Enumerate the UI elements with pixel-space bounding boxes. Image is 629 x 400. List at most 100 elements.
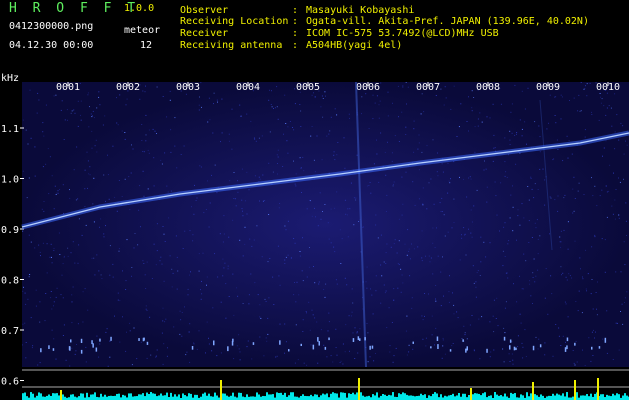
echo-speck [364,337,366,341]
level-bar [400,394,402,400]
level-bar [306,396,308,400]
level-bar [292,392,294,400]
level-bar [412,395,414,400]
level-bar [54,393,56,400]
level-bar [138,394,140,400]
level-bar [436,393,438,400]
level-bar [42,396,44,400]
level-bar [484,392,486,400]
level-peak [358,378,360,400]
level-bar [194,394,196,400]
level-bar [384,394,386,400]
level-bar [554,395,556,400]
level-bar [530,393,532,400]
y-tick-label: 0.8 [1,276,19,287]
level-bar [142,393,144,400]
level-bar [152,393,154,400]
level-bar [272,394,274,400]
echo-speck [604,337,607,343]
echo-speck [52,348,55,351]
level-bar [312,396,314,400]
level-bar [564,396,566,400]
level-peak [574,380,576,400]
observer-label: Observer [180,5,229,16]
level-bar [268,394,270,400]
level-bar [278,393,280,400]
location-label: Receiving Location [180,16,289,27]
echo-speck [146,341,149,345]
level-bar [208,393,210,400]
level-bar [586,394,588,400]
level-bar [614,395,616,400]
level-bar [560,395,562,400]
level-bar [462,393,464,400]
echo-speck [70,339,72,343]
y-tick-label: 1.1 [1,124,19,135]
echo-speck [231,341,234,346]
level-bar [322,393,324,400]
level-bar [366,396,368,400]
level-bar [414,396,416,400]
echo-speck [48,345,50,350]
spectrogram-background [22,82,629,367]
level-bar [140,394,142,400]
level-bar [602,394,604,400]
level-bar [476,393,478,400]
y-tick-label: 0.9 [1,225,19,236]
level-bar [556,393,558,400]
level-bar [82,393,84,400]
file-name: 0412300000.png [9,21,94,32]
level-bar [294,396,296,400]
level-bar [148,393,150,400]
level-bar [114,395,116,400]
level-bar [30,392,32,400]
level-bar [558,394,560,400]
echo-speck [359,338,361,341]
level-bar [170,392,172,400]
level-bar [430,396,432,400]
level-bar [600,394,602,400]
level-bar [288,395,290,400]
level-bar [356,392,358,400]
info-colon: : [292,28,299,39]
level-bar [520,394,522,400]
level-bar [548,395,550,400]
level-peak [532,382,534,400]
receiver-label: Receiver [180,28,229,39]
level-bar [250,396,252,400]
level-bar [418,395,420,400]
level-bar [266,392,268,400]
level-bar [136,396,138,400]
level-bar [174,394,176,400]
level-bar [108,395,110,400]
level-bar [264,396,266,400]
level-bar [302,394,304,400]
level-bar [216,395,218,400]
level-bar [188,393,190,400]
echo-speck [509,339,512,343]
level-bar [606,394,608,400]
level-bar [212,396,214,400]
level-bar [158,395,160,400]
level-bar [246,394,248,400]
echo-speck [449,349,452,352]
level-bar [224,393,226,400]
level-bar [48,394,50,400]
level-bar [494,392,496,400]
level-bar [398,393,400,400]
echo-speck [95,347,98,352]
level-bar [36,395,38,400]
level-bar [22,393,24,400]
level-bar [308,396,310,400]
level-bar [528,396,530,400]
level-bar [166,392,168,400]
level-bar [176,396,178,400]
level-bar [276,392,278,400]
level-bar [134,396,136,400]
echo-speck [300,343,302,347]
level-bar [92,394,94,400]
level-bar [416,395,418,400]
level-bar [196,394,198,400]
level-bar [336,393,338,400]
meteor-count: 12 [140,40,153,51]
